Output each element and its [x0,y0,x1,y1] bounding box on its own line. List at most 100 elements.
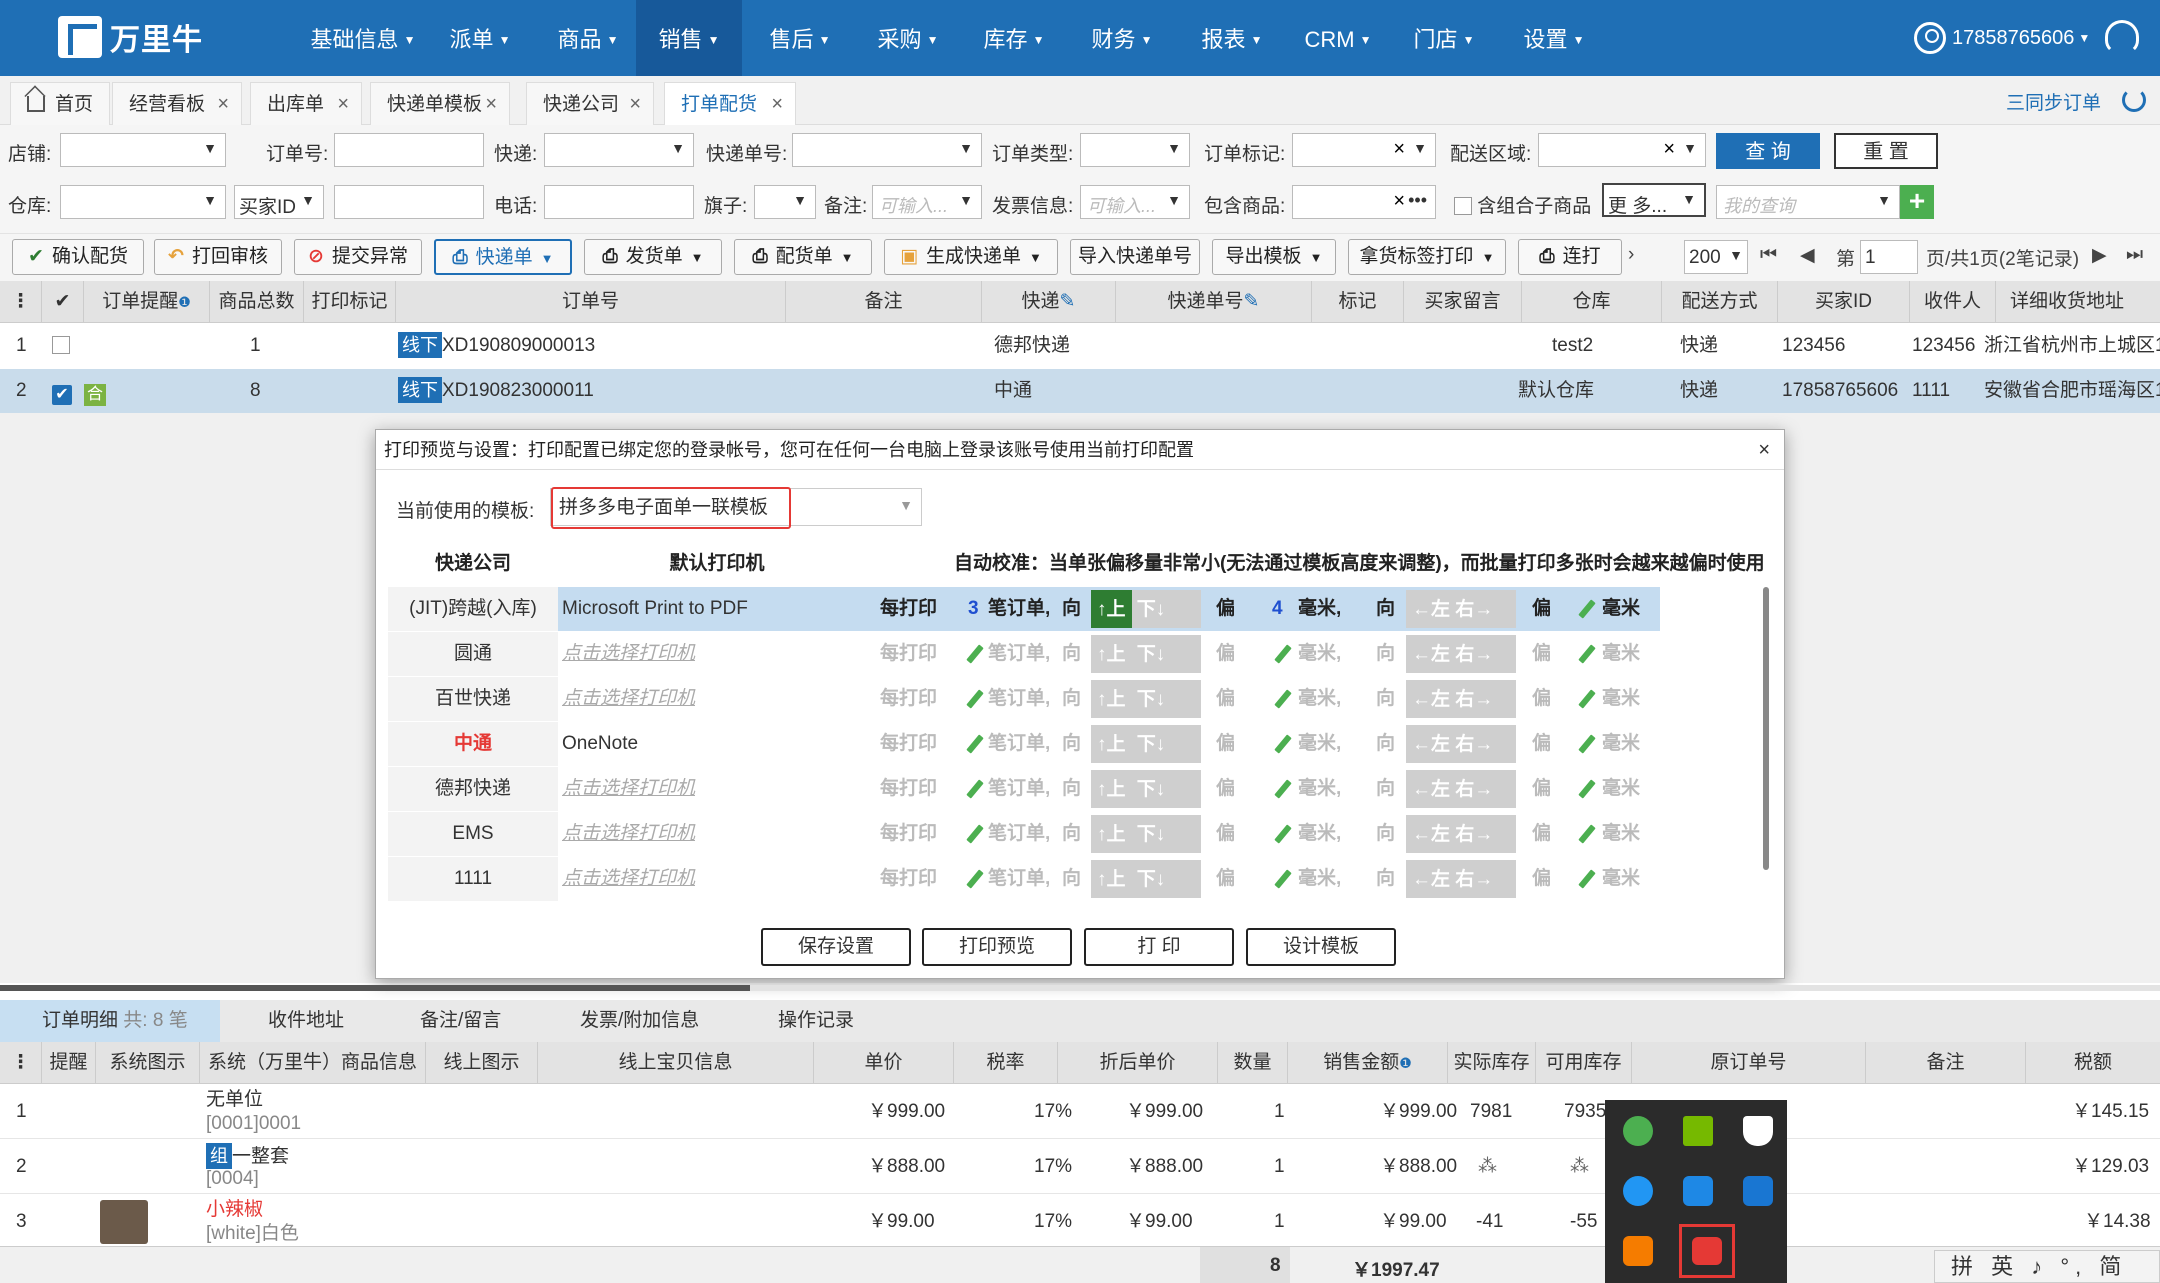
left-right-toggle[interactable]: ←左 右→ [1406,680,1516,718]
up-down-toggle[interactable]: ↑上 下↓ [1091,680,1201,718]
up-down-toggle[interactable]: ↑上 下↓ [1091,770,1201,808]
edit-pencil-icon[interactable] [1578,824,1596,844]
last-page-icon[interactable]: ⏭ [2126,244,2143,266]
export-template-button[interactable]: 导出模板 ▼ [1212,239,1336,275]
left-right-toggle[interactable]: ←左 右→ [1406,815,1516,853]
ime-status-bar[interactable]: 拼 英 ♪ °, 简 ⚙ [1934,1250,2160,1283]
up-down-toggle[interactable]: ↑上 下↓ [1091,635,1201,673]
col-print-mark[interactable]: 打印标记 [304,281,396,323]
highlighted-tray-app[interactable] [1679,1224,1735,1278]
row-checkbox[interactable] [52,324,70,368]
close-icon[interactable]: × [629,83,641,126]
return-review-button[interactable]: ↶ 打回审核 [154,239,282,275]
prev-page-icon[interactable]: ◀ [1800,244,1815,267]
table-row[interactable]: 2 ✔ 合 8 线下 XD190823000011 中通 默认仓库 快递 1785… [0,369,2160,413]
printer-row[interactable]: 1111 点击选择打印机 每打印 笔订单, 向 ↑上 下↓ 偏毫米, 向 ←左 右→ 偏毫米 [388,857,1660,901]
close-icon[interactable]: × [771,83,783,126]
save-settings-button[interactable]: 保存设置 [761,928,911,966]
tab-home[interactable]: 首页 [10,82,110,125]
col-order-no[interactable]: 订单号 [396,281,786,323]
my-query-select[interactable]: 我的查询 ▼ [1716,185,1900,219]
printer-row[interactable]: 圆通 点击选择打印机 每打印 笔订单, 向 ↑上 下↓ 偏毫米, 向 ←左 右→ 偏毫米 [388,632,1660,676]
edit-pencil-icon[interactable] [1274,644,1292,664]
user-menu[interactable]: 17858765606 ▼ [1914,22,2090,54]
printer-select[interactable]: 点击选择打印机 [558,767,876,811]
tab-express-template[interactable]: 快递单模板 × [370,82,510,125]
edit-pencil-icon[interactable] [966,734,984,754]
gen-express-button[interactable]: ▣ 生成快递单 ▼ [884,239,1058,275]
brand-logo[interactable]: 万里牛 [58,16,203,58]
delivery-doc-button[interactable]: ⎙ 发货单 ▼ [584,239,722,275]
remark-select[interactable]: 可输入... ▼ [872,185,982,219]
select-all-checkbox[interactable]: ✔ [42,281,84,323]
design-template-button[interactable]: 设计模板 [1246,928,1396,966]
order-mark-select[interactable]: × ▼ [1292,133,1436,167]
edit-pencil-icon[interactable] [1578,779,1596,799]
nav-basic-info[interactable]: 基础信息 ▼ [308,0,418,76]
tab-order-detail[interactable]: 订单明细 共: 8 笔 [0,1000,220,1042]
nav-finance[interactable]: 财务 ▼ [1082,0,1162,76]
first-page-icon[interactable]: ⏮ [1760,244,1777,266]
dialog-scrollbar[interactable] [1763,587,1769,870]
refresh-icon[interactable] [2122,88,2146,112]
buyer-id-input[interactable] [334,185,484,219]
region-select[interactable]: × ▼ [1538,133,1706,167]
confirm-picking-button[interactable]: ✔ 确认配货 [12,239,144,275]
edit-pencil-icon[interactable] [966,644,984,664]
col-mark[interactable]: 标记 [1312,281,1404,323]
flag-select[interactable]: ▼ [754,185,816,219]
edit-pencil-icon[interactable] [1274,734,1292,754]
tab-print-picking[interactable]: 打单配货 × [664,82,796,126]
col-express[interactable]: 快递✎ [982,281,1116,323]
tab-address[interactable]: 收件地址 [268,1000,344,1042]
row-checkbox[interactable]: ✔ [52,369,72,413]
warehouse-select[interactable]: ▼ [60,185,226,219]
tab-remark[interactable]: 备注/留言 [420,1000,501,1042]
express-doc-button[interactable]: ⎙ 快递单 ▼ [434,239,572,275]
nav-settings[interactable]: 设置 ▼ [1514,0,1594,76]
up-down-toggle[interactable]: ↑上 下↓ [1091,590,1201,628]
edit-pencil-icon[interactable] [966,824,984,844]
printer-select[interactable]: 点击选择打印机 [558,677,876,721]
feishu-icon[interactable] [1623,1176,1653,1206]
product-thumbnail[interactable] [100,1200,148,1244]
order-no-input[interactable] [334,133,484,167]
next-page-icon[interactable]: ▶ [2092,244,2107,267]
grid-menu-icon[interactable]: ⋮ [0,1042,42,1084]
col-express-no[interactable]: 快递单号✎ [1116,281,1312,323]
sync-orders-link[interactable]: 三同步订单 [2006,88,2101,115]
add-query-button[interactable]: + [1900,185,1934,219]
toolbar-more-icon[interactable]: › [1628,244,1634,266]
nav-dispatch[interactable]: 派单 ▼ [440,0,520,76]
tab-dashboard[interactable]: 经营看板 × [112,82,242,125]
query-button[interactable]: 查 询 [1716,133,1820,169]
nav-crm[interactable]: CRM ▼ [1298,0,1378,76]
col-remark[interactable]: 备注 [786,281,982,323]
edit-pencil-icon[interactable] [1578,689,1596,709]
import-express-button[interactable]: 导入快递单号 [1070,239,1200,275]
continuous-print-button[interactable]: ⎙ 连打 [1518,239,1622,275]
col-order-remind[interactable]: 订单提醒❶ [84,281,210,323]
print-preview-button[interactable]: 打印预览 [922,928,1072,966]
left-right-toggle[interactable]: ←左 右→ [1406,590,1516,628]
col-warehouse[interactable]: 仓库 [1522,281,1662,323]
nvidia-icon[interactable] [1683,1116,1713,1146]
tab-outbound[interactable]: 出库单 × [250,82,362,125]
nav-reports[interactable]: 报表 ▼ [1192,0,1272,76]
combo-checkbox[interactable]: 含组合子商品 [1454,191,1591,218]
edit-pencil-icon[interactable] [1274,779,1292,799]
security-shield-icon[interactable] [1743,1116,1773,1146]
edit-pencil-icon[interactable] [1578,599,1596,619]
express-select[interactable]: ▼ [544,133,694,167]
col-goods-total[interactable]: 商品总数 [210,281,304,323]
up-down-toggle[interactable]: ↑上 下↓ [1091,860,1201,898]
left-right-toggle[interactable]: ←左 右→ [1406,635,1516,673]
nav-stores[interactable]: 门店 ▼ [1404,0,1484,76]
edit-pencil-icon[interactable] [966,689,984,709]
edit-pencil-icon[interactable] [1274,869,1292,889]
printer-select[interactable]: OneNote [558,722,876,766]
tab-express-company[interactable]: 快递公司 × [526,82,654,125]
edit-pencil-icon[interactable] [1578,644,1596,664]
printer-row[interactable]: 德邦快递 点击选择打印机 每打印 笔订单, 向 ↑上 下↓ 偏毫米, 向 ←左 右→ 偏毫米 [388,767,1660,811]
left-right-toggle[interactable]: ←左 右→ [1406,860,1516,898]
